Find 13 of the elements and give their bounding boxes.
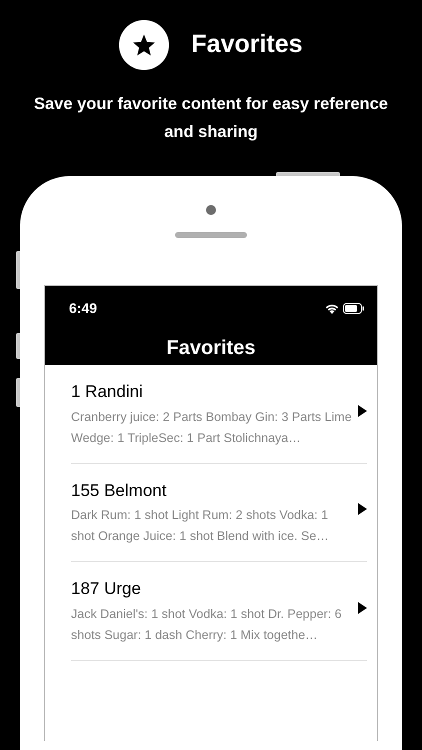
favorite-description: Cranberry juice: 2 Parts Bombay Gin: 3 Parts Lime Wedge: 1 TripleSec: 1 Part Stolichnaya… xyxy=(71,408,352,447)
status-time: 6:49 xyxy=(68,299,98,318)
favorite-name: 187 Urge xyxy=(71,578,142,600)
favorite-name: 1 Randini xyxy=(71,381,144,403)
promo-subtitle: Save your favorite content for easy reference and sharing xyxy=(33,94,389,143)
favorite-description: Jack Daniel's: 1 shot Vodka: 1 shot Dr. Pepper: 6 shots Sugar: 1 dash Cherry: 1 Mix togethe… xyxy=(71,606,343,644)
favorite-name: 155 Belmont xyxy=(71,480,168,502)
promo-title: Favorites xyxy=(191,29,303,60)
favorite-row[interactable]: 1 Randini Cranberry juice: 2 Parts Bombay Gin: 3 Parts Lime Wedge: 1 TripleSec: 1 Part Stolichnaya… xyxy=(45,365,377,464)
favorite-row[interactable]: 187 Urge Jack Daniel's: 1 shot Vodka: 1 shot Dr. Pepper: 6 shots Sugar: 1 dash Cherry: 1 Mix togethe… xyxy=(45,562,377,660)
favorite-row[interactable]: 155 Belmont Dark Rum: 1 shot Light Rum: 2 shots Vodka: 1 shot Orange Juice: 1 shot Blend with ice. Se… xyxy=(45,464,377,562)
screen-title: Favorites xyxy=(166,336,256,361)
favorite-description: Dark Rum: 1 shot Light Rum: 2 shots Vodka: 1 shot Orange Juice: 1 shot Blend with ice. Se… xyxy=(71,507,330,545)
